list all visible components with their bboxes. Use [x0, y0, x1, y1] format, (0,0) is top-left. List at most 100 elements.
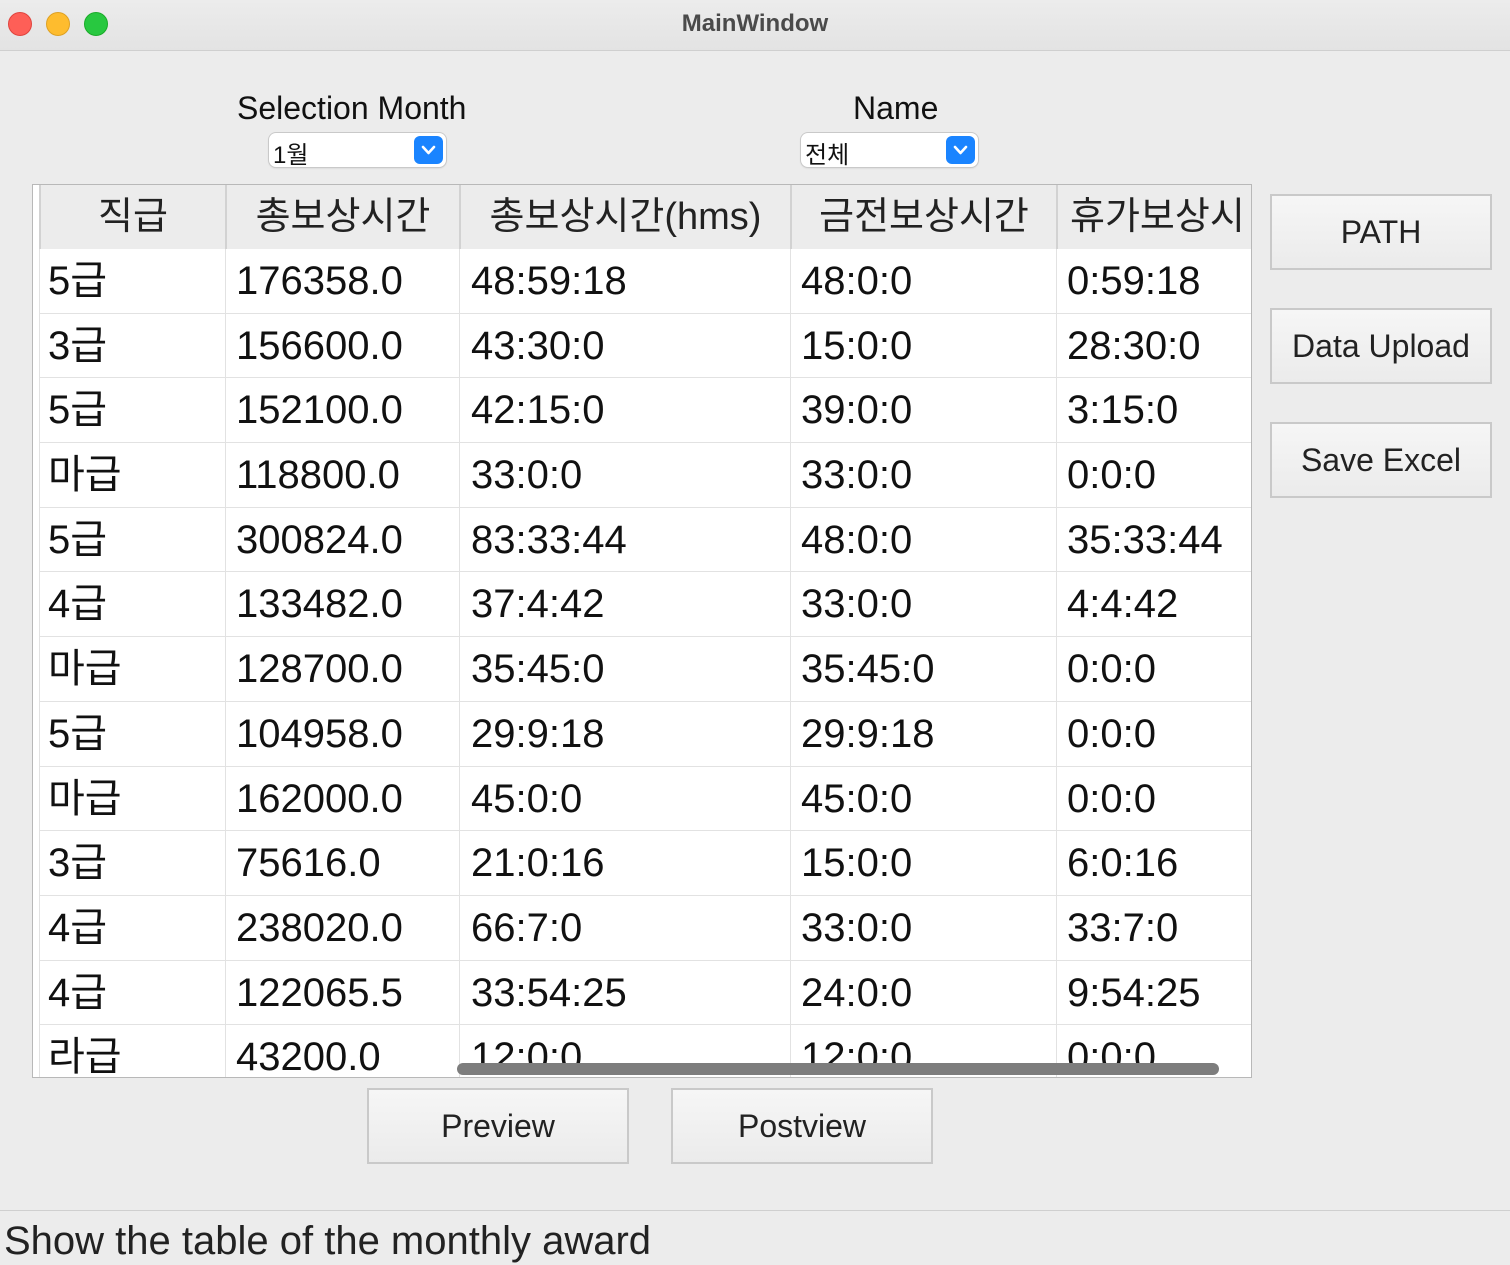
table-row[interactable]: 5급 176358.0 48:59:18 48:0:0 0:59:18 [39, 249, 1251, 314]
table-cell[interactable]: 6:0:16 [1056, 831, 1251, 895]
table-cell[interactable]: 라급 [39, 1025, 225, 1077]
path-button[interactable]: PATH [1270, 194, 1492, 270]
table-cell[interactable]: 5급 [39, 378, 225, 443]
column-header[interactable]: 직급 [39, 185, 225, 249]
table-cell[interactable]: 39:0:0 [790, 378, 1056, 443]
table-cell[interactable]: 66:7:0 [459, 895, 790, 960]
table-cell[interactable]: 122065.5 [225, 960, 459, 1025]
table-cell[interactable]: 3급 [39, 831, 225, 895]
table-cell[interactable]: 0:0:0 [1056, 701, 1251, 766]
table-cell[interactable]: 33:0:0 [459, 443, 790, 507]
table-row[interactable]: 4급 238020.0 66:7:0 33:0:0 33:7:0 [39, 895, 1251, 961]
table-cell[interactable]: 45:0:0 [790, 766, 1056, 831]
table-cell[interactable]: 35:45:0 [790, 637, 1056, 701]
table-cell[interactable]: 33:0:0 [790, 572, 1056, 637]
table-cell[interactable]: 마급 [39, 637, 225, 701]
horizontal-scrollbar[interactable] [457, 1063, 1219, 1075]
table-cell[interactable]: 5급 [39, 249, 225, 313]
table-cell[interactable]: 128700.0 [225, 637, 459, 701]
table-cell[interactable]: 33:54:25 [459, 960, 790, 1025]
table-row[interactable]: 마급 118800.0 33:0:0 33:0:0 0:0:0 [39, 443, 1251, 508]
status-text: Show the table of the monthly award [4, 1219, 652, 1263]
table-cell[interactable]: 0:0:0 [1056, 637, 1251, 701]
table-cell[interactable]: 176358.0 [225, 249, 459, 313]
name-select-value: 전체 [805, 142, 850, 169]
table-row[interactable]: 3급 75616.0 21:0:16 15:0:0 6:0:16 [39, 831, 1251, 896]
table-cell[interactable]: 24:0:0 [790, 960, 1056, 1025]
table-cell[interactable]: 29:9:18 [790, 701, 1056, 766]
table-row[interactable]: 4급 133482.0 37:4:42 33:0:0 4:4:42 [39, 572, 1251, 638]
table-cell[interactable]: 4급 [39, 960, 225, 1025]
table-cell[interactable]: 162000.0 [225, 766, 459, 831]
table-cell[interactable]: 43:30:0 [459, 313, 790, 378]
table-cell[interactable]: 4급 [39, 895, 225, 960]
table-cell[interactable]: 33:7:0 [1056, 895, 1251, 960]
table-cell[interactable]: 133482.0 [225, 572, 459, 637]
table-cell[interactable]: 33:0:0 [790, 895, 1056, 960]
table-cell[interactable]: 15:0:0 [790, 831, 1056, 895]
table-cell[interactable]: 300824.0 [225, 507, 459, 572]
table-cell[interactable]: 28:30:0 [1056, 313, 1251, 378]
table-cell[interactable]: 35:45:0 [459, 637, 790, 701]
table-cell[interactable]: 3급 [39, 313, 225, 378]
title-bar: MainWindow [0, 0, 1510, 51]
table-cell[interactable]: 35:33:44 [1056, 507, 1251, 572]
table-row[interactable]: 4급 122065.5 33:54:25 24:0:0 9:54:25 [39, 960, 1251, 1026]
column-header[interactable]: 휴가보상시 [1056, 185, 1251, 249]
table-cell[interactable]: 104958.0 [225, 701, 459, 766]
table-cell[interactable]: 48:59:18 [459, 249, 790, 313]
table-cell[interactable]: 4급 [39, 572, 225, 637]
table-row[interactable]: 5급 104958.0 29:9:18 29:9:18 0:0:0 [39, 701, 1251, 767]
chevron-down-icon [946, 136, 975, 164]
table-cell[interactable]: 37:4:42 [459, 572, 790, 637]
column-header[interactable]: 총보상시간 [225, 185, 459, 249]
table-cell[interactable]: 75616.0 [225, 831, 459, 895]
table-cell[interactable]: 마급 [39, 766, 225, 831]
month-select[interactable]: 1월 [269, 133, 446, 169]
table-cell[interactable]: 0:0:0 [1056, 766, 1251, 831]
postview-button[interactable]: Postview [671, 1088, 933, 1164]
award-table[interactable]: 직급 총보상시간 총보상시간(hms) 금전보상시간 휴가보상시 5급 17635… [32, 184, 1252, 1078]
table-row[interactable]: 5급 300824.0 83:33:44 48:0:0 35:33:44 [39, 507, 1251, 573]
column-header[interactable]: 금전보상시간 [790, 185, 1056, 249]
name-select[interactable]: 전체 [801, 133, 978, 169]
table-cell[interactable]: 33:0:0 [790, 443, 1056, 507]
table-row[interactable]: 5급 152100.0 42:15:0 39:0:0 3:15:0 [39, 378, 1251, 444]
table-cell[interactable]: 42:15:0 [459, 378, 790, 443]
table-cell[interactable]: 152100.0 [225, 378, 459, 443]
preview-button[interactable]: Preview [367, 1088, 629, 1164]
table-row[interactable]: 3급 156600.0 43:30:0 15:0:0 28:30:0 [39, 313, 1251, 379]
table-cell[interactable]: 118800.0 [225, 443, 459, 507]
table-cell[interactable]: 83:33:44 [459, 507, 790, 572]
data-upload-button[interactable]: Data Upload [1270, 308, 1492, 384]
table-cell[interactable]: 48:0:0 [790, 249, 1056, 313]
chevron-down-icon [414, 136, 443, 164]
window-title: MainWindow [681, 10, 829, 37]
table-cell[interactable]: 43200.0 [225, 1025, 459, 1077]
table-cell[interactable]: 29:9:18 [459, 701, 790, 766]
table-cell[interactable]: 4:4:42 [1056, 572, 1251, 637]
table-row[interactable]: 마급 162000.0 45:0:0 45:0:0 0:0:0 [39, 766, 1251, 832]
table-cell[interactable]: 48:0:0 [790, 507, 1056, 572]
table-cell[interactable]: 15:0:0 [790, 313, 1056, 378]
table-cell[interactable]: 156600.0 [225, 313, 459, 378]
table-cell[interactable]: 5급 [39, 507, 225, 572]
month-label: Selection Month [237, 90, 467, 126]
table-body: 5급 176358.0 48:59:18 48:0:0 0:59:18 3급 156600.… [39, 249, 1251, 1077]
table-cell[interactable]: 0:0:0 [1056, 443, 1251, 507]
table-cell[interactable]: 9:54:25 [1056, 960, 1251, 1025]
table-cell[interactable]: 238020.0 [225, 895, 459, 960]
table-cell[interactable]: 45:0:0 [459, 766, 790, 831]
table-cell[interactable]: 21:0:16 [459, 831, 790, 895]
table-header: 직급 총보상시간 총보상시간(hms) 금전보상시간 휴가보상시 [39, 185, 1251, 249]
name-label: Name [853, 90, 939, 126]
month-select-value: 1월 [273, 142, 309, 169]
table-cell[interactable]: 3:15:0 [1056, 378, 1251, 443]
table-cell[interactable]: 5급 [39, 701, 225, 766]
column-header[interactable]: 총보상시간(hms) [459, 185, 790, 249]
save-excel-button[interactable]: Save Excel [1270, 422, 1492, 498]
table-cell[interactable]: 마급 [39, 443, 225, 507]
table-cell[interactable]: 0:59:18 [1056, 249, 1251, 313]
table-row[interactable]: 마급 128700.0 35:45:0 35:45:0 0:0:0 [39, 637, 1251, 702]
status-bar: Show the table of the monthly award [0, 1210, 1510, 1265]
